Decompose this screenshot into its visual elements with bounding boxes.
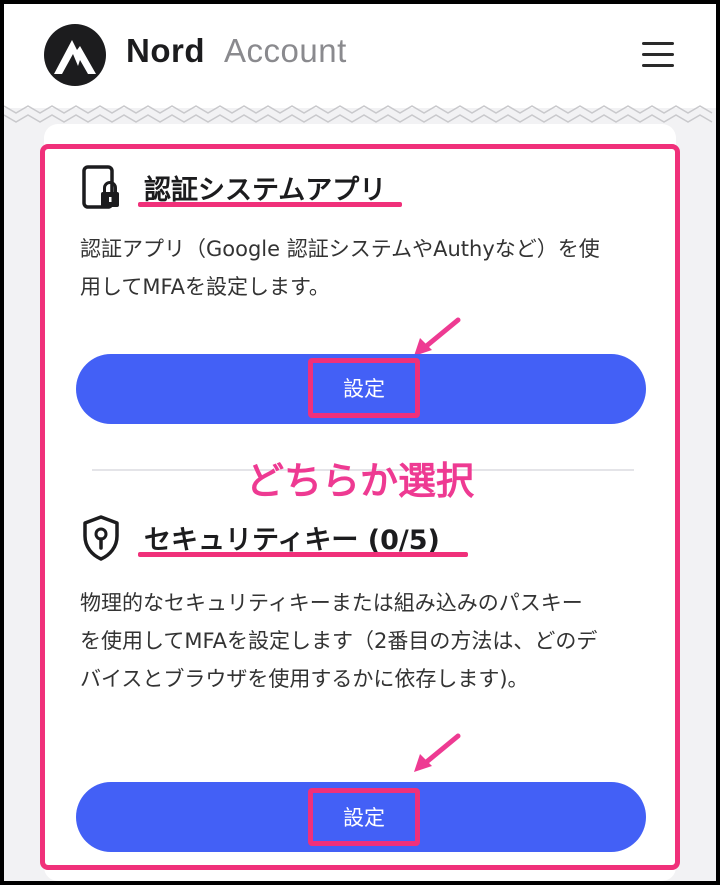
brand-name-bold: Nord bbox=[126, 32, 205, 69]
pink-arrow-icon bbox=[414, 317, 461, 356]
title-underline bbox=[138, 202, 402, 207]
annotation-choose-one: どちらか選択 bbox=[245, 459, 474, 503]
phone-lock-icon bbox=[82, 165, 119, 209]
menu-icon[interactable] bbox=[636, 34, 680, 74]
section-desc-authenticator: 認証アプリ（Google 認証システムやAuthyなど）を使用してMFAを設定し… bbox=[80, 237, 600, 299]
app-header: Nord Account bbox=[4, 4, 716, 108]
pink-arrow-icon bbox=[414, 733, 461, 772]
brand-name-light: Account bbox=[224, 32, 347, 69]
title-underline bbox=[138, 552, 468, 557]
shield-keyhole-icon bbox=[83, 515, 119, 561]
setup-button-label[interactable]: 設定 bbox=[308, 788, 420, 846]
app-frame: Nord Account 認証システムアプリ 認証アプリ（Google 認証シス… bbox=[4, 4, 716, 881]
section-desc-security-key: 物理的なセキュリティキーまたは組み込みのパスキーを使用してMFAを設定します（2… bbox=[80, 591, 598, 691]
setup-button-label[interactable]: 設定 bbox=[308, 358, 420, 418]
nord-mountain-logo[interactable] bbox=[44, 24, 106, 86]
